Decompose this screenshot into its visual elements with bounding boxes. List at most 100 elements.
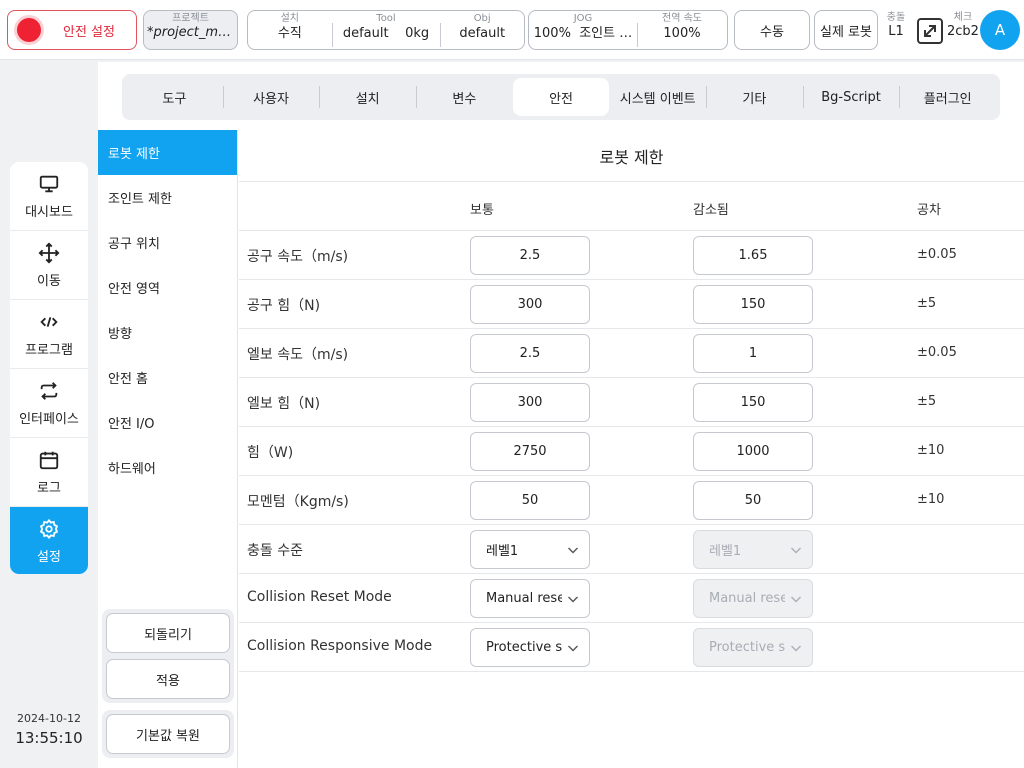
tool-force-reduced-input[interactable]: 150: [693, 285, 813, 324]
table-row: 공구 속도（m/s) 2.5 1.65 ±0.05: [239, 231, 1024, 280]
tab-user[interactable]: 사용자: [222, 78, 320, 116]
chevron-down-icon: [568, 645, 578, 652]
nav-item-settings[interactable]: 설정: [10, 507, 88, 574]
project-name: *project_mo…: [147, 25, 237, 40]
row-tolerance: ±10: [917, 443, 945, 458]
elbow-force-reduced-input[interactable]: 150: [693, 383, 813, 422]
install-obj-cell: Obj default: [440, 11, 524, 49]
revert-button[interactable]: 되돌리기: [106, 613, 230, 653]
restore-defaults-button[interactable]: 기본값 복원: [106, 714, 230, 754]
power-reduced-input[interactable]: 1000: [693, 432, 813, 471]
row-label: Collision Responsive Mode: [247, 638, 433, 654]
check-caption: 체크: [953, 12, 973, 23]
table-row: Collision Responsive Mode Protective sto…: [239, 623, 1024, 672]
subnav-safety-io[interactable]: 안전 I/O: [98, 400, 237, 445]
collision-responsive-mode-reduced-select: Protective stop: [693, 628, 813, 667]
nav-label: 설정: [37, 550, 61, 565]
tab-installation[interactable]: 설치: [319, 78, 416, 116]
subnav-robot-limits[interactable]: 로봇 제한: [98, 130, 237, 175]
tool-value: default 0kg: [342, 26, 430, 41]
collision-level-normal-select[interactable]: 레벨1: [470, 530, 590, 569]
column-header-row: 보통 감소됨 공차: [239, 182, 1024, 231]
row-label: 엘보 힘（N): [247, 396, 321, 412]
restore-group: 기본값 복원: [102, 710, 234, 758]
row-label: 공구 힘（N): [247, 298, 321, 314]
tab-variables[interactable]: 변수: [416, 78, 513, 116]
install-mount-cell: 설치 수직: [248, 11, 332, 49]
user-avatar[interactable]: A: [980, 10, 1020, 50]
install-caption: 설치: [280, 13, 300, 24]
obj-caption: Obj: [473, 13, 491, 24]
project-caption: 프로젝트: [172, 13, 209, 24]
power-normal-input[interactable]: 2750: [470, 432, 590, 471]
collision-reset-mode-reduced-select: Manual reset: [693, 579, 813, 618]
move-icon: [38, 242, 60, 263]
global-speed-caption: 전역 속도: [662, 13, 702, 24]
jog-value: 100% 조인트 …: [533, 26, 633, 41]
row-tolerance: ±5: [917, 296, 937, 311]
safety-settings-button[interactable]: 안전 설정: [7, 10, 137, 50]
collision-caption: 충돌: [886, 12, 906, 23]
tool-speed-reduced-input[interactable]: 1.65: [693, 236, 813, 275]
subnav-safety-home[interactable]: 안전 홈: [98, 355, 237, 400]
collision-responsive-mode-normal-select[interactable]: Protective stop: [470, 628, 590, 667]
nav-item-log[interactable]: 로그: [10, 438, 88, 507]
chevron-down-icon: [791, 645, 801, 652]
manual-mode-button[interactable]: 수동: [734, 10, 810, 50]
tool-speed-normal-input[interactable]: 2.5: [470, 236, 590, 275]
momentum-normal-input[interactable]: 50: [470, 481, 590, 520]
safety-settings-label: 안전 설정: [63, 24, 115, 40]
tab-tool[interactable]: 도구: [126, 78, 223, 116]
tab-bg-script[interactable]: Bg-Script: [802, 78, 900, 116]
elbow-force-normal-input[interactable]: 300: [470, 383, 590, 422]
subnav-tool-position[interactable]: 공구 위치: [98, 220, 237, 265]
table-row: 충돌 수준 레벨1 레벨1: [239, 525, 1024, 574]
current-date: 2024-10-12: [17, 712, 81, 725]
nav-item-move[interactable]: 이동: [10, 231, 88, 300]
subnav-safety-zone[interactable]: 안전 영역: [98, 265, 237, 310]
select-value: Manual reset: [709, 591, 785, 606]
chevron-down-icon: [791, 547, 801, 554]
nav-item-program[interactable]: 프로그램: [10, 300, 88, 369]
jog-speed-status[interactable]: JOG 100% 조인트 … 전역 속도 100%: [528, 10, 728, 50]
tab-plugins[interactable]: 플러그인: [899, 78, 996, 116]
nav-label: 이동: [37, 273, 61, 289]
tab-safety[interactable]: 안전: [512, 78, 610, 116]
real-robot-button[interactable]: 실제 로봇: [814, 10, 878, 50]
chevron-down-icon: [568, 547, 578, 554]
interface-icon: [40, 381, 58, 400]
row-label: Collision Reset Mode: [247, 589, 392, 605]
tab-other[interactable]: 기타: [706, 78, 803, 116]
nav-item-interface[interactable]: 인터페이스: [10, 369, 88, 438]
gear-icon: [39, 518, 59, 540]
table-row: 모멘텀（Kgm/s) 50 50 ±10: [239, 476, 1024, 525]
elbow-speed-normal-input[interactable]: 2.5: [470, 334, 590, 373]
elbow-speed-reduced-input[interactable]: 1: [693, 334, 813, 373]
project-selector[interactable]: 프로젝트 *project_mo…: [143, 10, 238, 50]
nav-label: 인터페이스: [19, 411, 79, 427]
checksum-status: 체크 2cb2: [946, 12, 980, 39]
select-value: Protective stop: [486, 640, 562, 655]
subnav-orientation[interactable]: 방향: [98, 310, 237, 355]
safety-subnav: 로봇 제한 조인트 제한 공구 위치 안전 영역 방향 안전 홈 안전 I/O …: [98, 130, 238, 768]
table-row: 엘보 힘（N) 300 150 ±5: [239, 378, 1024, 427]
subnav-hardware[interactable]: 하드웨어: [98, 445, 237, 490]
header-reduced: 감소됨: [693, 203, 729, 218]
tool-force-normal-input[interactable]: 300: [470, 285, 590, 324]
installation-status[interactable]: 설치 수직 Tool default 0kg Obj default: [247, 10, 525, 50]
subnav-joint-limits[interactable]: 조인트 제한: [98, 175, 237, 220]
apply-button[interactable]: 적용: [106, 659, 230, 699]
expand-icon[interactable]: [916, 17, 944, 45]
select-value: Protective stop: [709, 640, 785, 655]
monitor-icon: [39, 175, 59, 192]
collision-reset-mode-normal-select[interactable]: Manual reset: [470, 579, 590, 618]
check-value: 2cb2: [947, 24, 979, 39]
clock: 2024-10-12 13:55:10: [10, 712, 88, 747]
tab-system-events[interactable]: 시스템 이벤트: [609, 78, 706, 116]
table-row: 공구 힘（N) 300 150 ±5: [239, 280, 1024, 329]
calendar-icon: [39, 451, 59, 469]
momentum-reduced-input[interactable]: 50: [693, 481, 813, 520]
nav-item-dashboard[interactable]: 대시보드: [10, 162, 88, 231]
safety-status-indicator: [17, 18, 41, 42]
jog-cell: JOG 100% 조인트 …: [529, 11, 637, 49]
